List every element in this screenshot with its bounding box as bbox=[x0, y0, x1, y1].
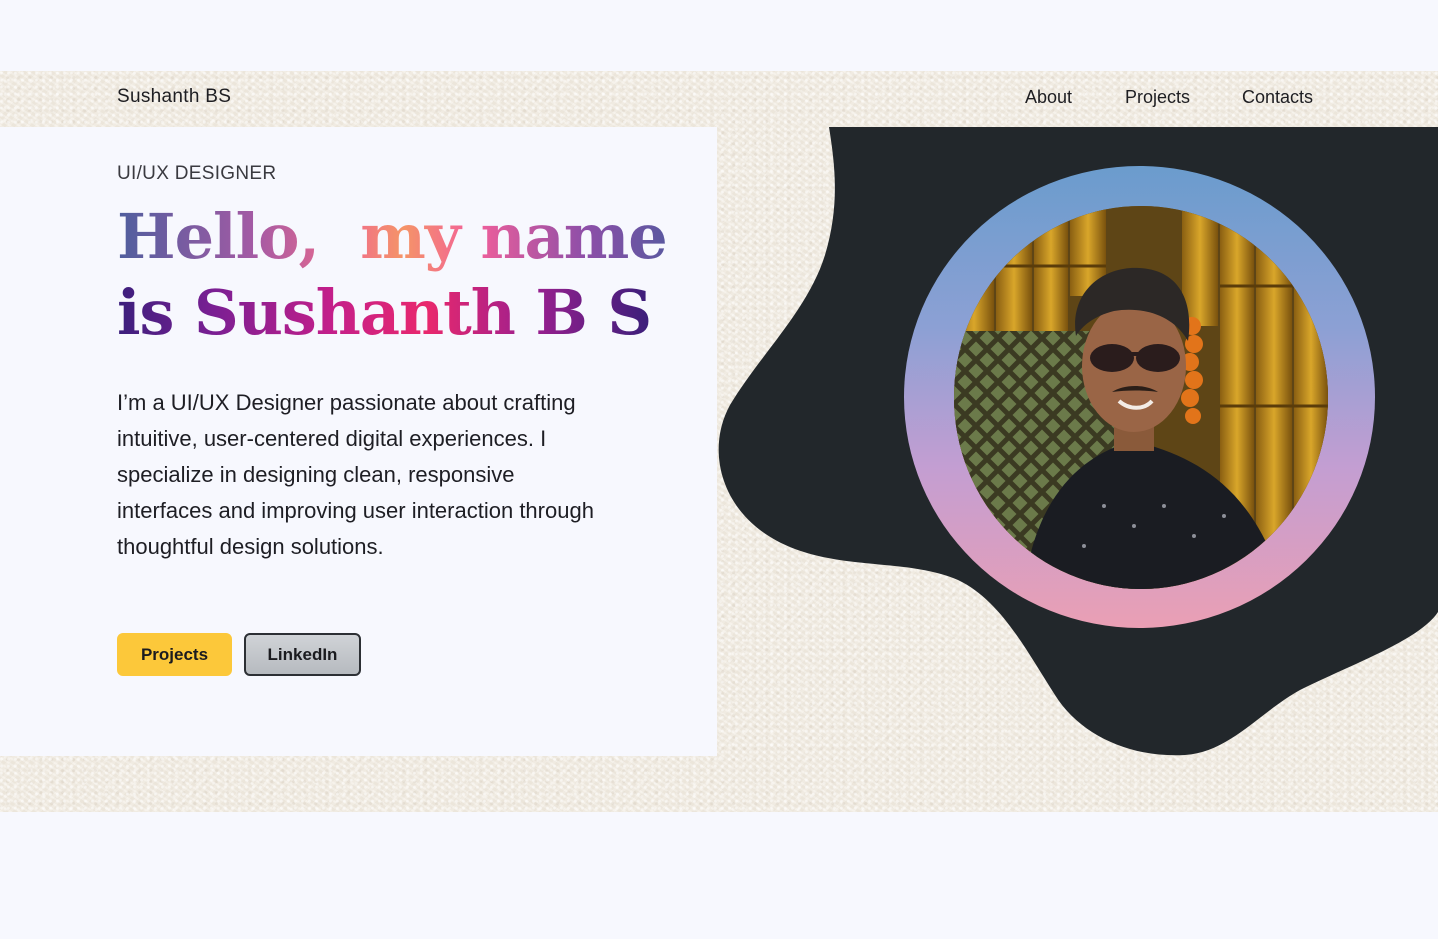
hero-intro-panel: UI/UX DESIGNER Hello, my name is Sushant… bbox=[0, 127, 717, 756]
hero-headline: Hello, my name is Sushanth B S bbox=[117, 199, 668, 351]
profile-photo-illustration bbox=[954, 206, 1328, 589]
bio-paragraph: I’m a UI/UX Designer passionate about cr… bbox=[117, 390, 594, 559]
nav-link-contacts[interactable]: Contacts bbox=[1242, 87, 1313, 108]
nav-link-about[interactable]: About bbox=[1025, 87, 1072, 108]
projects-button[interactable]: Projects bbox=[117, 633, 232, 676]
profile-photo bbox=[954, 206, 1328, 589]
role-label: UI/UX DESIGNER bbox=[117, 163, 277, 184]
nav-link-projects[interactable]: Projects bbox=[1125, 87, 1190, 108]
top-navigation: Sushanth BS About Projects Contacts bbox=[0, 71, 1438, 127]
brand-logo-text[interactable]: Sushanth BS bbox=[117, 86, 231, 108]
headline-line-1: Hello, my name bbox=[117, 200, 668, 273]
headline-line-2: is Sushanth B S bbox=[117, 276, 652, 349]
page: Sushanth BS About Projects Contacts UI/U… bbox=[0, 0, 1438, 939]
linkedin-button[interactable]: LinkedIn bbox=[244, 633, 361, 676]
